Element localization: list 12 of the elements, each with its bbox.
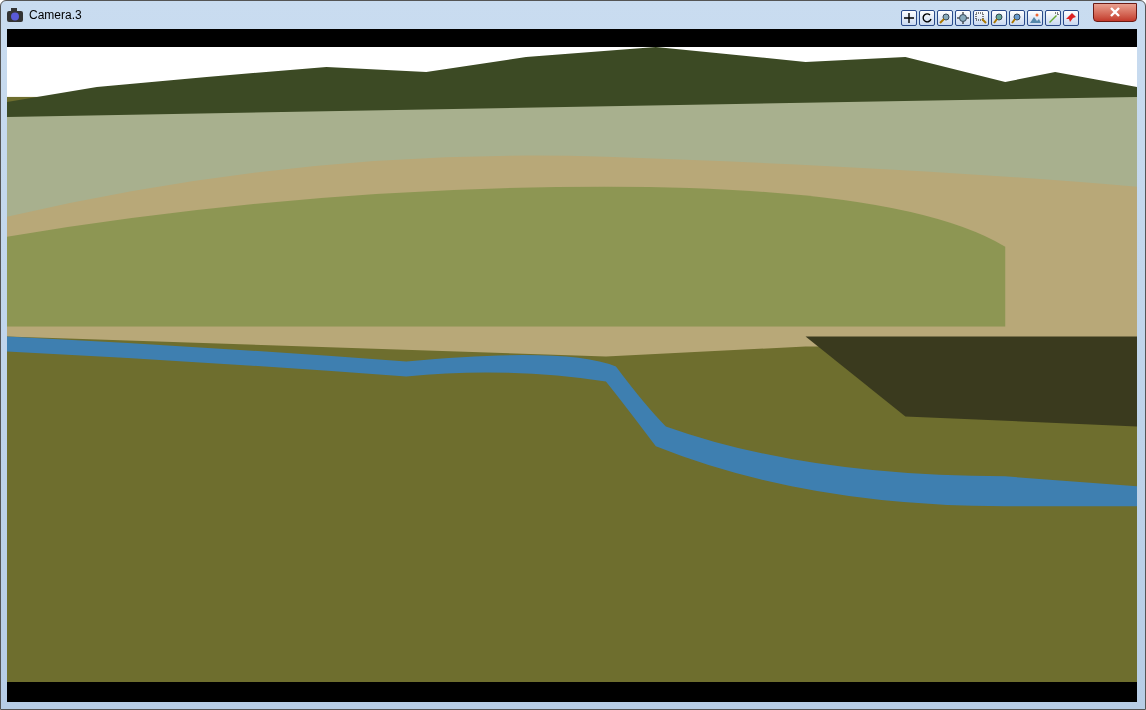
- camera-icon: [7, 8, 23, 22]
- rotate-icon[interactable]: [919, 10, 935, 26]
- zoom-in-icon[interactable]: [991, 10, 1007, 26]
- close-icon: [1109, 7, 1121, 17]
- zoom-region-icon[interactable]: [973, 10, 989, 26]
- landscape-icon[interactable]: [1027, 10, 1043, 26]
- zoom-fit-icon[interactable]: [955, 10, 971, 26]
- zoom-out-icon[interactable]: [1009, 10, 1025, 26]
- zoom-icon[interactable]: [937, 10, 953, 26]
- move-arrows-icon[interactable]: [901, 10, 917, 26]
- window-title: Camera.3: [29, 7, 82, 24]
- close-button[interactable]: [1093, 2, 1137, 22]
